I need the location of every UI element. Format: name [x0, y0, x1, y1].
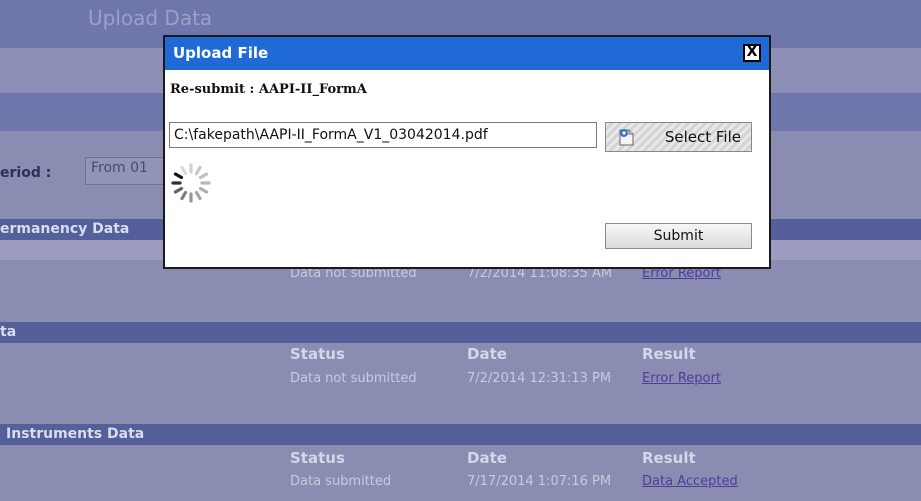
file-icon [618, 127, 636, 147]
page-title: Upload Data [88, 6, 213, 30]
select-file-button[interactable]: Select File [605, 122, 752, 152]
data-accepted-link[interactable]: Data Accepted [642, 474, 738, 489]
column-header-status: Status [290, 449, 345, 467]
close-icon: X [746, 44, 758, 60]
column-header-date: Date [467, 449, 507, 467]
column-header-date: Date [467, 345, 507, 363]
section-bar-instruments: Instruments Data [0, 424, 921, 445]
row-status: Data not submitted [290, 371, 417, 386]
dialog-header: Upload File X [165, 37, 769, 70]
section-bar-data: ta [0, 322, 921, 343]
row-date: 7/2/2014 12:31:13 PM [467, 371, 612, 386]
section-title: Instruments Data [6, 426, 145, 442]
upload-file-dialog: Upload File X Re-submit : AAPI-II_FormA … [163, 35, 771, 269]
column-header-result: Result [642, 345, 696, 363]
section-title: ermanency Data [0, 221, 130, 237]
column-header-status: Status [290, 345, 345, 363]
section-title: ta [0, 324, 17, 340]
resubmit-label: Re-submit : AAPI-II_FormA [170, 82, 367, 97]
row-status: Data submitted [290, 474, 392, 489]
loading-spinner-icon [169, 161, 213, 205]
error-report-link[interactable]: Error Report [642, 371, 721, 386]
column-header-result: Result [642, 449, 696, 467]
period-from-field[interactable]: From 01 [85, 157, 175, 185]
dialog-title: Upload File [173, 44, 269, 62]
period-label: eriod : [0, 165, 52, 181]
close-button[interactable]: X [743, 44, 761, 62]
submit-button[interactable]: Submit [605, 223, 752, 249]
row-date: 7/17/2014 1:07:16 PM [467, 474, 612, 489]
file-path-input[interactable] [169, 122, 597, 148]
select-file-label: Select File [664, 128, 741, 146]
